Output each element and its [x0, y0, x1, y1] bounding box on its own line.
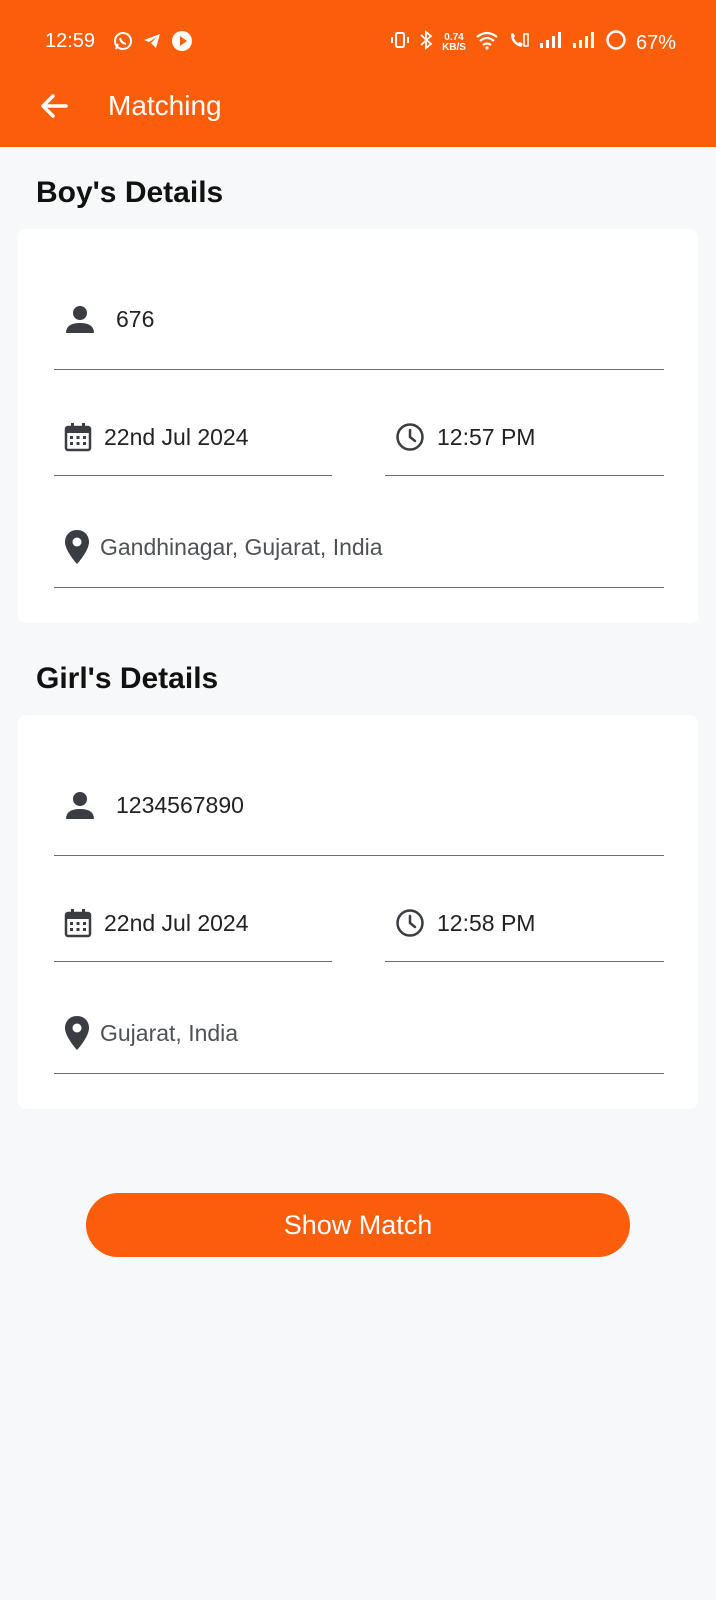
- boy-time-value: 12:57 PM: [437, 423, 536, 450]
- app-bar: 12:59 0.74 KB/S 67% Matching: [0, 0, 716, 147]
- location-pin-icon: [64, 1015, 90, 1051]
- boy-location-value: Gandhinagar, Gujarat, India: [100, 533, 383, 560]
- youtube-icon: [171, 30, 193, 58]
- notification-icons: [113, 30, 193, 58]
- location-pin-icon: [64, 529, 90, 565]
- person-icon: [64, 789, 96, 821]
- battery-icon: [605, 29, 627, 57]
- boy-name-field[interactable]: 676: [54, 269, 664, 370]
- page-title: Matching: [108, 90, 222, 121]
- boy-location-field[interactable]: Gandhinagar, Gujarat, India: [54, 507, 664, 588]
- girl-time-value: 12:58 PM: [437, 909, 536, 936]
- back-button[interactable]: [34, 86, 74, 126]
- boy-details-heading: Boy's Details: [36, 176, 224, 209]
- arrow-left-icon: [41, 94, 68, 118]
- vibrate-icon: [390, 30, 410, 56]
- girl-time-field[interactable]: 12:58 PM: [385, 885, 664, 962]
- status-bar: 12:59 0.74 KB/S 67%: [0, 0, 716, 82]
- telegram-icon: [142, 31, 162, 57]
- girl-details-card: 1234567890 22nd Jul 2024 12:58 PM Gujara…: [18, 715, 698, 1109]
- boy-details-card: 676 22nd Jul 2024 12:57 PM Gandhinagar, …: [18, 229, 698, 623]
- signal-icon-sim1: [539, 31, 563, 55]
- network-speed: 0.74 KB/S: [442, 33, 466, 53]
- boy-date-field[interactable]: 22nd Jul 2024: [54, 399, 332, 476]
- boy-date-value: 22nd Jul 2024: [104, 423, 249, 450]
- girl-date-field[interactable]: 22nd Jul 2024: [54, 885, 332, 962]
- wifi-icon: [475, 30, 499, 56]
- bluetooth-icon: [419, 30, 433, 56]
- clock-icon: [395, 422, 425, 452]
- girl-name-field[interactable]: 1234567890: [54, 755, 664, 856]
- system-icons: 0.74 KB/S 67%: [390, 29, 676, 57]
- battery-percent: 67%: [635, 31, 676, 54]
- status-time: 12:59: [45, 30, 96, 52]
- girl-details-heading: Girl's Details: [36, 662, 219, 695]
- girl-location-field[interactable]: Gujarat, India: [54, 993, 664, 1074]
- toolbar: Matching: [0, 82, 716, 147]
- calendar-icon: [64, 908, 92, 938]
- boy-name-value: 676: [116, 305, 155, 332]
- signal-icon-sim2: [572, 31, 596, 55]
- whatsapp-icon: [113, 31, 133, 57]
- person-icon: [64, 303, 96, 335]
- wifi-call-icon: [508, 30, 530, 56]
- girl-name-value: 1234567890: [116, 791, 244, 818]
- boy-time-field[interactable]: 12:57 PM: [385, 399, 664, 476]
- girl-location-value: Gujarat, India: [100, 1019, 239, 1046]
- calendar-icon: [64, 422, 92, 452]
- show-match-button[interactable]: Show Match: [86, 1193, 630, 1257]
- clock-icon: [395, 908, 425, 938]
- speed-unit: KB/S: [442, 42, 466, 53]
- girl-date-value: 22nd Jul 2024: [104, 909, 249, 936]
